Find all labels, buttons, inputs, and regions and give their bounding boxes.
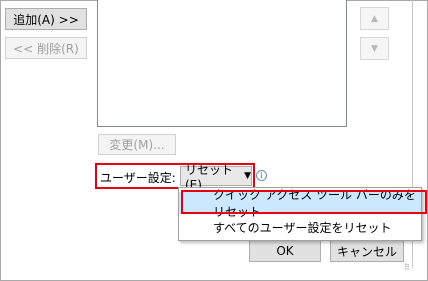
add-button-label: 追加(A) >> [13,12,79,27]
toolbar-commands-list[interactable] [97,0,347,127]
move-up-button[interactable]: ▲ [360,7,389,30]
modify-button[interactable]: 変更(M)... [98,134,176,155]
modify-button-label: 変更(M)... [109,138,165,152]
highlight-frame-menu-item [181,190,427,214]
triangle-down-icon: ▼ [371,43,378,54]
ok-button-label: OK [276,244,294,258]
menu-item-label: すべてのユーザー設定をリセット [213,220,392,235]
resize-grip-icon[interactable]: ⠿ [404,263,410,272]
add-button[interactable]: 追加(A) >> [5,8,87,30]
info-icon: i [256,170,267,181]
ok-button[interactable]: OK [249,240,321,262]
cancel-button-label: キャンセル [336,244,397,259]
menu-item-reset-all[interactable]: すべてのユーザー設定をリセット [179,216,421,238]
remove-button[interactable]: << 削除(R) [5,37,87,59]
move-down-button[interactable]: ▼ [360,37,389,60]
remove-button-label: << 削除(R) [13,41,79,56]
cancel-button[interactable]: キャンセル [330,240,404,262]
triangle-up-icon: ▲ [371,13,378,24]
